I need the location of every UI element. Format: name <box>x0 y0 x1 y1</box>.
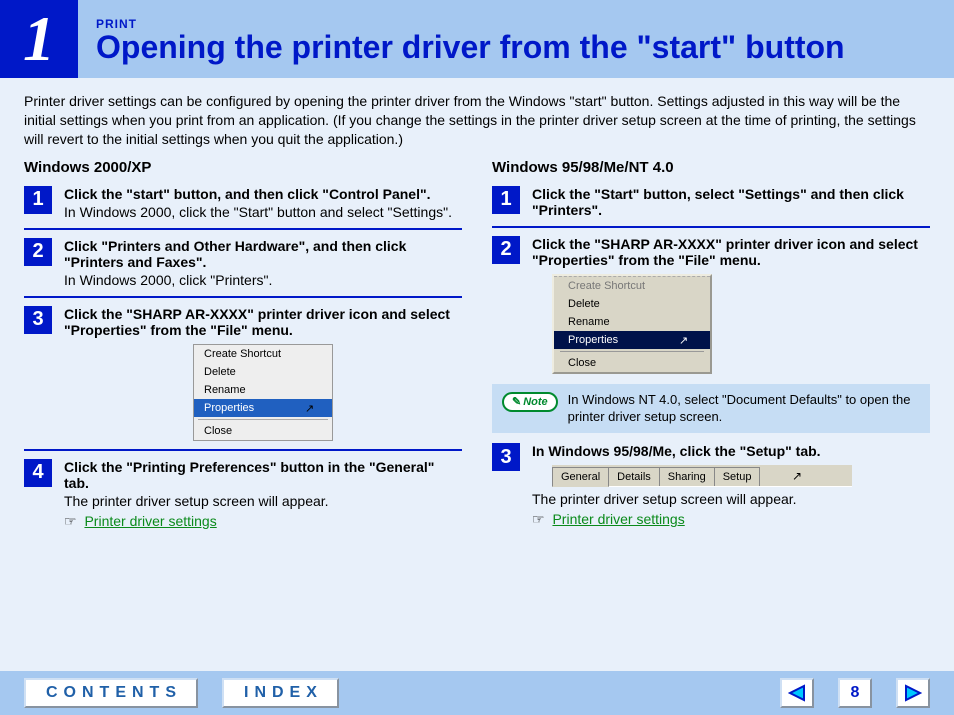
tab: Setup <box>714 467 761 486</box>
next-page-button[interactable] <box>896 678 930 708</box>
header-banner: 1 PRINT Opening the printer driver from … <box>0 0 954 78</box>
left-step-3-title: Click the "SHARP AR-XXXX" printer driver… <box>64 306 450 338</box>
triangle-right-icon <box>904 684 922 702</box>
note-icon: Note <box>502 392 558 412</box>
pointer-icon: ☞ <box>532 511 545 527</box>
step-number-badge: 1 <box>24 186 52 214</box>
context-menu-mock: Create Shortcut Delete Rename Properties… <box>193 344 333 441</box>
printer-driver-settings-link[interactable]: Printer driver settings <box>552 511 684 527</box>
printer-driver-settings-link[interactable]: Printer driver settings <box>84 513 216 529</box>
intro-paragraph: Printer driver settings can be configure… <box>0 78 954 159</box>
prev-page-button[interactable] <box>780 678 814 708</box>
tab: Details <box>608 467 660 486</box>
left-step-4-title: Click the "Printing Preferences" button … <box>64 459 434 491</box>
note-text: In Windows NT 4.0, select "Document Defa… <box>568 392 920 426</box>
left-step-1-sub: In Windows 2000, click the "Start" butto… <box>64 204 462 220</box>
right-step-2-title: Click the "SHARP AR-XXXX" printer driver… <box>532 236 918 268</box>
left-step-1: 1 Click the "start" button, and then cli… <box>24 186 462 230</box>
step-number-badge: 3 <box>24 306 52 334</box>
page-number: 8 <box>838 678 872 708</box>
menu-item: Close <box>554 354 710 372</box>
right-step-3: 3 In Windows 95/98/Me, click the "Setup"… <box>492 443 930 528</box>
left-step-2-sub: In Windows 2000, click "Printers". <box>64 272 462 288</box>
page-title: Opening the printer driver from the "sta… <box>96 31 936 65</box>
step-number-badge: 1 <box>492 186 520 214</box>
left-step-3: 3 Click the "SHARP AR-XXXX" printer driv… <box>24 306 462 451</box>
menu-item-selected: Properties <box>554 331 710 349</box>
right-step-2: 2 Click the "SHARP AR-XXXX" printer driv… <box>492 236 930 374</box>
context-menu-mock: Create Shortcut Delete Rename Properties… <box>552 274 712 374</box>
menu-item: Rename <box>554 313 710 331</box>
tab-strip-mock: General Details Sharing Setup <box>552 465 852 487</box>
left-step-2: 2 Click "Printers and Other Hardware", a… <box>24 238 462 298</box>
header-text: PRINT Opening the printer driver from th… <box>78 0 954 78</box>
tab: Sharing <box>659 467 715 486</box>
left-step-4-sub: The printer driver setup screen will app… <box>64 493 462 509</box>
contents-button[interactable]: CONTENTS <box>24 678 198 708</box>
menu-item: Close <box>194 422 332 440</box>
left-heading: Windows 2000/XP <box>24 159 462 176</box>
left-step-1-title: Click the "start" button, and then click… <box>64 186 430 202</box>
right-step-3-sub: The printer driver setup screen will app… <box>532 491 930 507</box>
step-number-badge: 2 <box>24 238 52 266</box>
pointer-icon: ☞ <box>64 513 77 529</box>
step-number-badge: 4 <box>24 459 52 487</box>
menu-item: Create Shortcut <box>554 276 710 295</box>
triangle-left-icon <box>788 684 806 702</box>
menu-item: Delete <box>554 295 710 313</box>
menu-item: Rename <box>194 381 332 399</box>
step-number-badge: 2 <box>492 236 520 264</box>
left-column: Windows 2000/XP 1 Click the "start" butt… <box>24 159 462 538</box>
right-heading: Windows 95/98/Me/NT 4.0 <box>492 159 930 176</box>
right-step-3-title: In Windows 95/98/Me, click the "Setup" t… <box>532 443 821 459</box>
step-number-badge: 3 <box>492 443 520 471</box>
right-step-1: 1 Click the "Start" button, select "Sett… <box>492 186 930 228</box>
note-box: Note In Windows NT 4.0, select "Document… <box>492 384 930 434</box>
right-step-1-title: Click the "Start" button, select "Settin… <box>532 186 904 218</box>
right-column: Windows 95/98/Me/NT 4.0 1 Click the "Sta… <box>492 159 930 538</box>
menu-item: Delete <box>194 363 332 381</box>
tab: General <box>552 467 609 487</box>
menu-item-selected: Properties <box>194 399 332 417</box>
index-button[interactable]: INDEX <box>222 678 339 708</box>
menu-item: Create Shortcut <box>194 345 332 363</box>
left-step-2-title: Click "Printers and Other Hardware", and… <box>64 238 406 270</box>
left-step-4: 4 Click the "Printing Preferences" butto… <box>24 459 462 530</box>
chapter-step-badge: 1 <box>0 0 78 78</box>
footer-nav: CONTENTS INDEX 8 <box>0 671 954 715</box>
